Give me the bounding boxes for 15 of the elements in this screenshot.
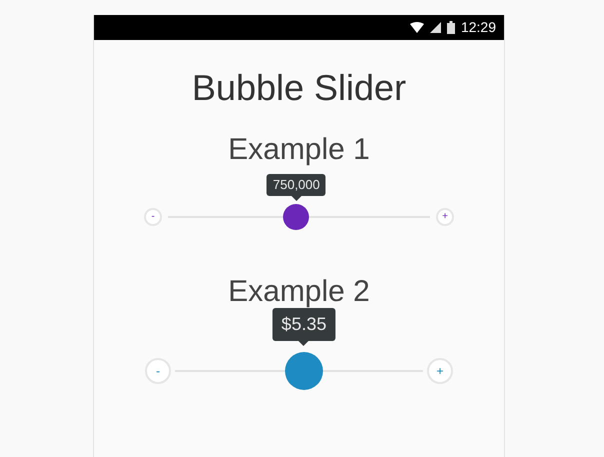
slider-thumb[interactable] xyxy=(284,352,323,390)
signal-icon xyxy=(430,22,441,33)
status-time: 12:29 xyxy=(460,18,496,37)
example-heading: Example 2 xyxy=(227,274,371,310)
tooltip-pointer xyxy=(298,340,309,346)
battery-icon xyxy=(446,21,455,34)
page-title: Bubble Slider xyxy=(190,66,408,110)
example-heading: Example 1 xyxy=(227,132,371,168)
tooltip-pointer xyxy=(291,196,302,202)
increment-button[interactable]: + xyxy=(427,358,453,384)
slider-thumb[interactable] xyxy=(283,204,310,230)
decrement-button[interactable]: - xyxy=(145,358,171,384)
wifi-icon xyxy=(410,22,424,33)
increment-button[interactable]: + xyxy=(436,208,454,226)
decrement-button[interactable]: - xyxy=(144,208,162,226)
